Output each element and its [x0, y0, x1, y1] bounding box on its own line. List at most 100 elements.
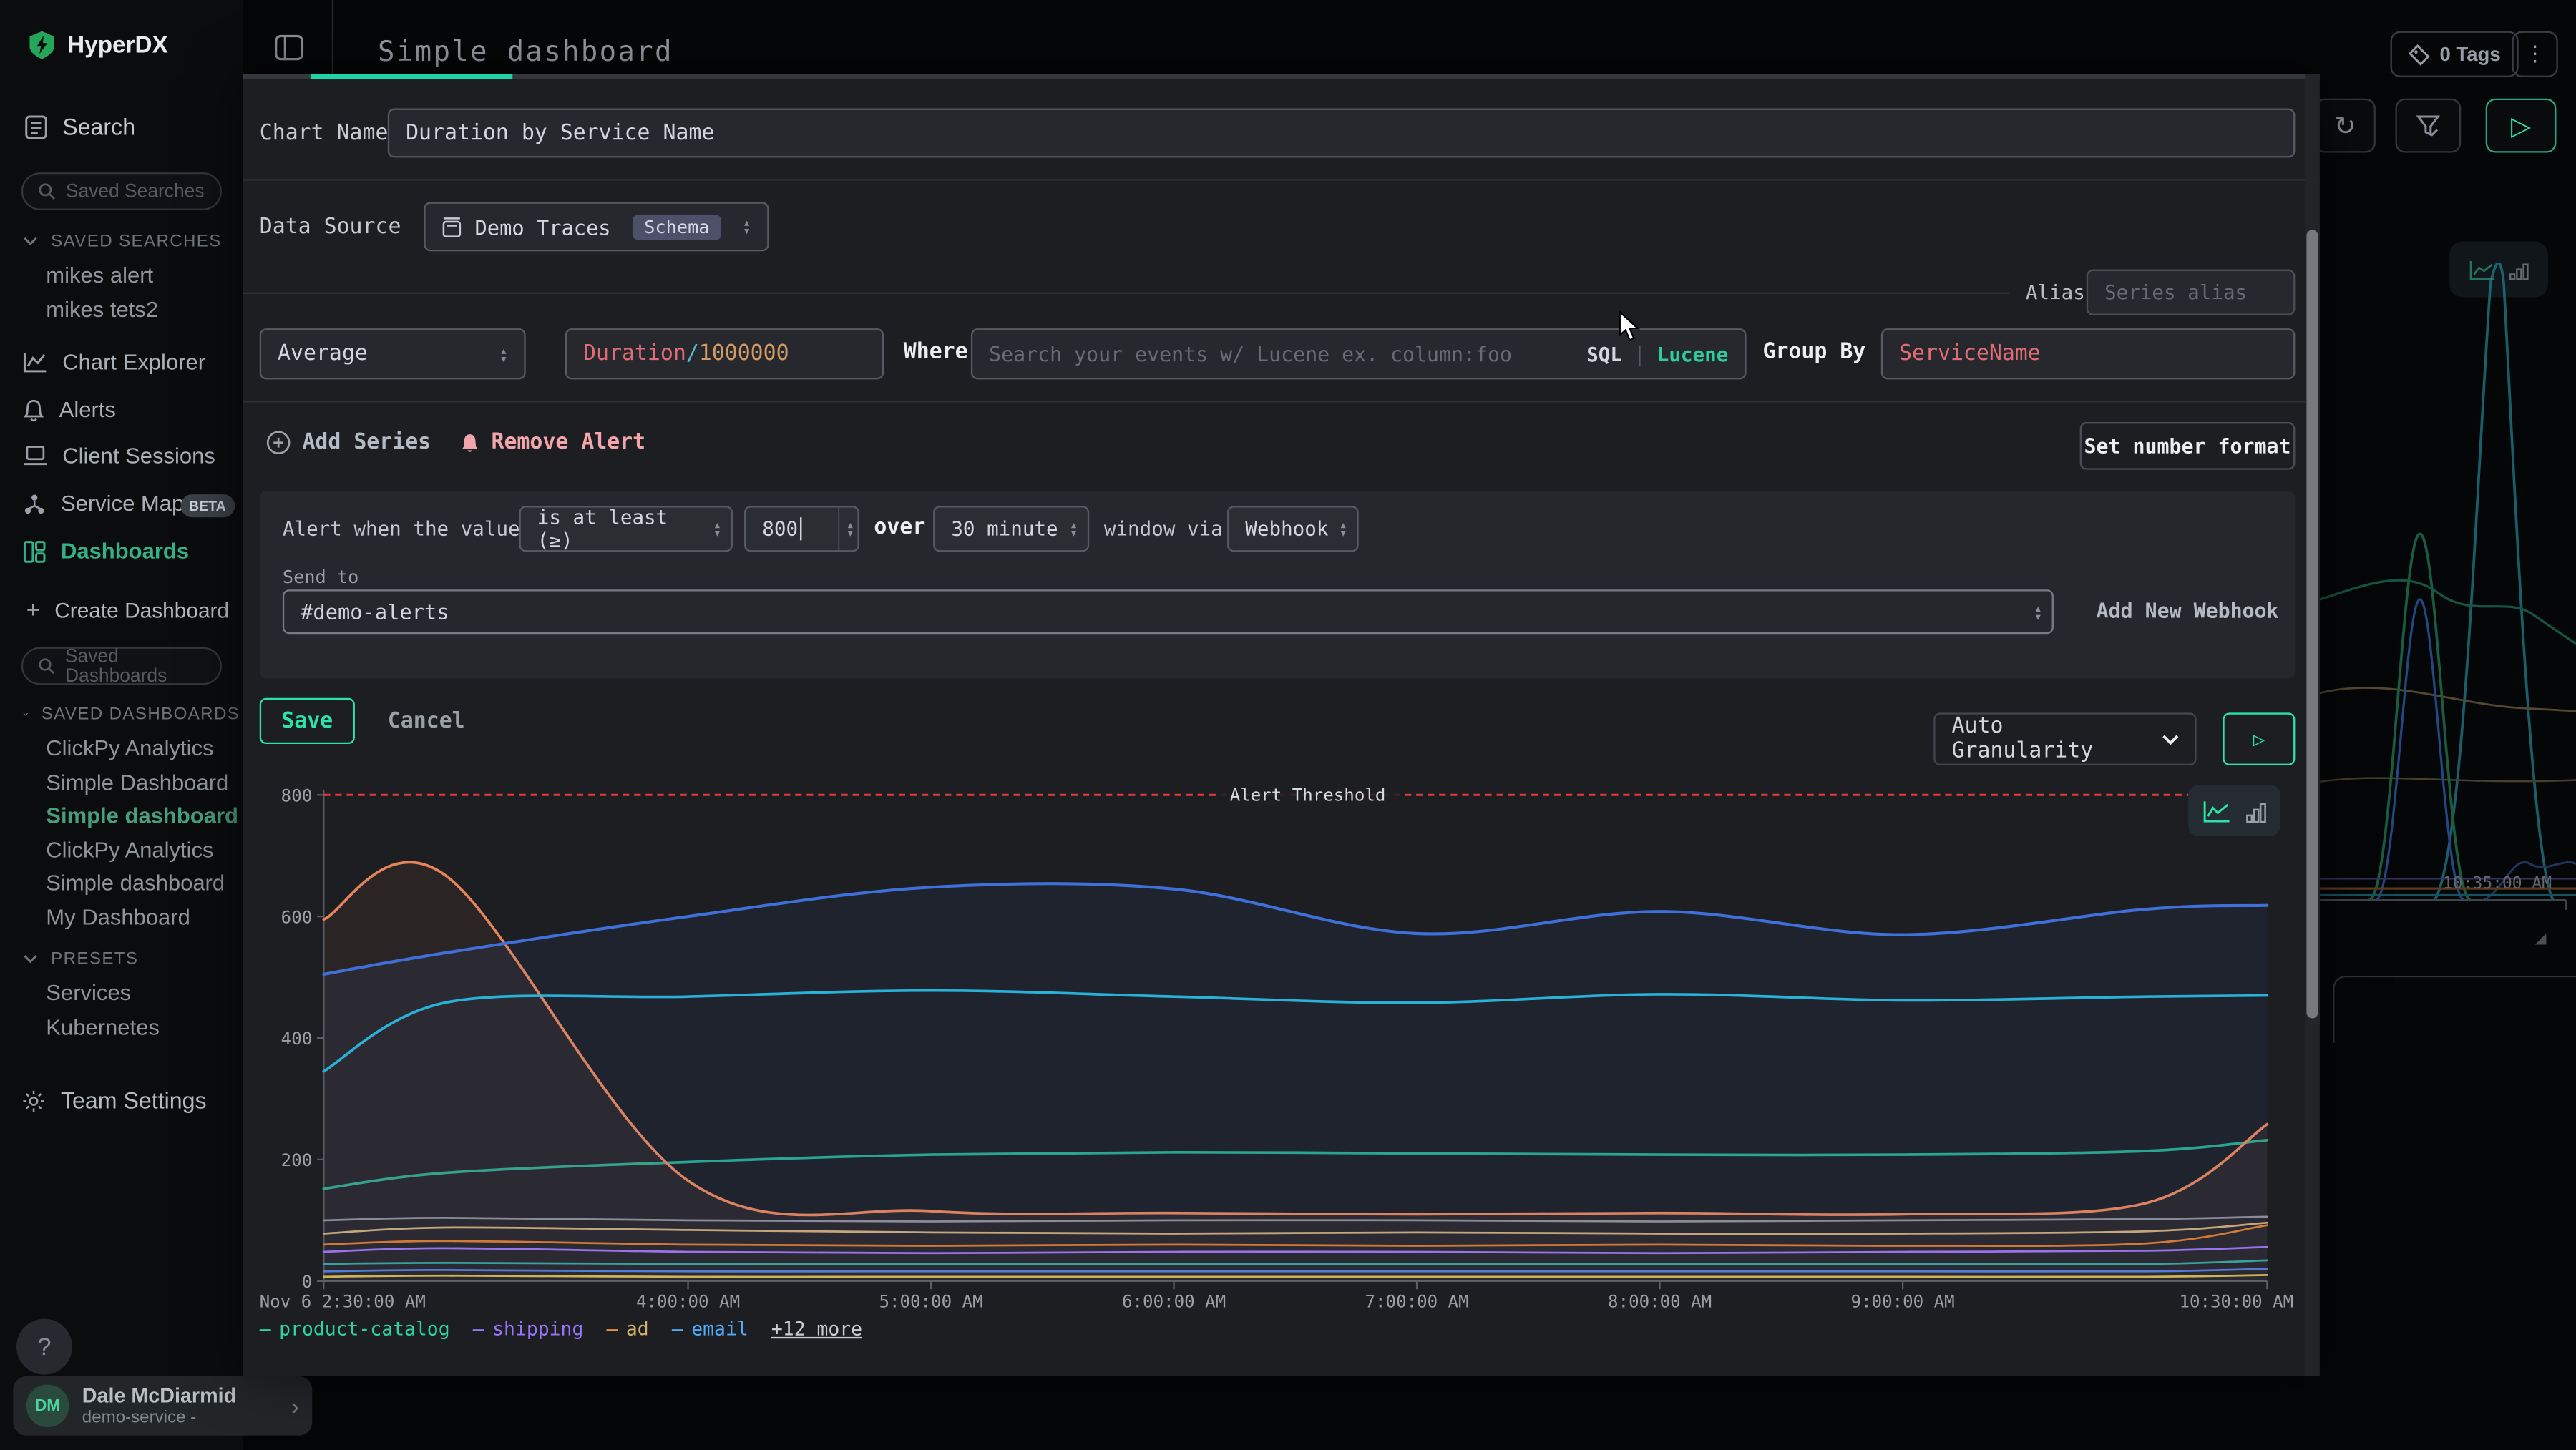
sidebar-search-label: Search: [62, 113, 135, 139]
dashboard-item[interactable]: ClickPy Analytics: [46, 736, 213, 760]
background-mini-chart: [2320, 263, 2576, 919]
alert-window-select[interactable]: 30 minute ▴▾: [933, 506, 1089, 552]
resize-handle-icon[interactable]: ◢: [2535, 929, 2547, 947]
page-title: Simple dashboard: [378, 36, 673, 69]
line-chart-icon[interactable]: [2202, 799, 2230, 822]
dashboard-item-active[interactable]: Simple dashboard: [46, 803, 238, 828]
dashboard-item[interactable]: My Dashboard: [46, 905, 190, 929]
more-menu-button[interactable]: ⋮: [2512, 31, 2557, 77]
user-menu[interactable]: DM Dale McDiarmid demo-service - ›: [13, 1376, 312, 1436]
svg-text:0: 0: [302, 1272, 313, 1292]
schema-badge: Schema: [633, 215, 721, 239]
brand[interactable]: HyperDX: [28, 31, 168, 59]
brand-name: HyperDX: [67, 32, 168, 59]
saved-search-item[interactable]: mikes alert: [46, 263, 153, 287]
saved-search-item[interactable]: mikes tets2: [46, 298, 158, 322]
saved-searches-placeholder: Saved Searches: [66, 182, 205, 202]
remove-alert-button[interactable]: Remove Alert: [460, 431, 645, 455]
filter-button[interactable]: [2395, 99, 2461, 153]
circle-plus-icon: [266, 431, 291, 455]
sidebar-toggle-button[interactable]: [265, 24, 313, 70]
alias-input[interactable]: Series alias: [2087, 270, 2296, 315]
nav-label: Alerts: [59, 398, 116, 422]
granularity-select[interactable]: Auto Granularity: [1933, 712, 2196, 765]
tags-label: 0 Tags: [2439, 43, 2500, 66]
preset-item[interactable]: Services: [46, 981, 131, 1005]
run-chart-button[interactable]: ▷: [2223, 712, 2295, 765]
legend-item[interactable]: —product-catalog: [260, 1317, 450, 1340]
svg-text:Alert Threshold: Alert Threshold: [1230, 785, 1386, 805]
set-number-format-button[interactable]: Set number format: [2080, 422, 2296, 470]
sidebar-item-service-map[interactable]: Service Map: [23, 491, 184, 515]
sidebar-item-dashboards[interactable]: Dashboards: [23, 539, 189, 563]
preset-item[interactable]: Kubernetes: [46, 1015, 160, 1039]
bar-chart-icon[interactable]: [2245, 799, 2266, 822]
number-token: 1000000: [699, 342, 789, 366]
sidebar-item-alerts[interactable]: Alerts: [23, 398, 116, 422]
chevron-up-down-icon: ▴▾: [713, 521, 721, 537]
add-new-webhook-button[interactable]: Add New Webhook: [2097, 599, 2279, 622]
scroll-progress-track: [243, 74, 2320, 79]
alert-threshold-input[interactable]: 800 ▴▾: [744, 506, 859, 552]
chart-type-toggle[interactable]: [2188, 785, 2280, 836]
divider: [243, 179, 2320, 180]
lucene-mode-toggle[interactable]: Lucene: [1657, 343, 1729, 366]
panel-toggle-icon: [273, 34, 303, 61]
saved-searches-header-label: SAVED SEARCHES: [51, 232, 222, 252]
create-dashboard-button[interactable]: + Create Dashboard: [26, 596, 229, 622]
dashboard-item[interactable]: Simple Dashboard: [46, 770, 228, 795]
field-expression-input[interactable]: Duration/1000000: [565, 328, 884, 379]
saved-searches-input[interactable]: Saved Searches: [21, 172, 222, 210]
save-label: Save: [281, 709, 333, 733]
save-button[interactable]: Save: [260, 698, 355, 744]
tags-button[interactable]: 0 Tags: [2391, 31, 2519, 77]
scrollbar-thumb[interactable]: [2306, 230, 2318, 1018]
webhook-select[interactable]: #demo-alerts ▴▾: [283, 589, 2054, 634]
dashboard-item[interactable]: ClickPy Analytics: [46, 838, 213, 862]
data-source-select[interactable]: Demo Traces Schema ▴▾: [424, 202, 769, 251]
legend-more[interactable]: +12 more: [771, 1317, 862, 1340]
refresh-button[interactable]: ↻: [2315, 99, 2376, 153]
dashboard-item[interactable]: Simple dashboard: [46, 871, 225, 895]
modal-scrollbar[interactable]: [2305, 74, 2320, 1376]
group-by-input[interactable]: ServiceName: [1881, 328, 2296, 379]
legend-swatch: —: [606, 1317, 618, 1340]
number-stepper[interactable]: ▴▾: [838, 507, 854, 550]
legend-item[interactable]: —ad: [606, 1317, 648, 1340]
alert-channel-select[interactable]: Webhook ▴▾: [1227, 506, 1359, 552]
legend-label: email: [691, 1317, 748, 1340]
aggregation-select[interactable]: Average ▴▾: [260, 328, 526, 379]
sql-mode-toggle[interactable]: SQL: [1586, 343, 1622, 366]
presets-header[interactable]: PRESETS: [23, 949, 240, 969]
sidebar-item-client-sessions[interactable]: Client Sessions: [23, 444, 215, 468]
saved-dashboards-header[interactable]: SAVED DASHBOARDS: [23, 705, 240, 725]
search-icon: [38, 657, 55, 675]
alert-condition-select[interactable]: is at least (≥) ▴▾: [519, 506, 733, 552]
svg-text:600: 600: [281, 907, 313, 927]
sidebar-item-chart-explorer[interactable]: Chart Explorer: [23, 350, 205, 374]
mode-separator: |: [1634, 343, 1646, 366]
help-button[interactable]: ?: [16, 1319, 72, 1375]
run-query-button[interactable]: ▷: [2486, 99, 2557, 153]
user-org: demo-service -: [82, 1406, 236, 1426]
chevron-down-icon: [23, 710, 28, 720]
saved-dashboards-input[interactable]: Saved Dashboards: [21, 647, 222, 685]
sidebar-item-team-settings[interactable]: Team Settings: [21, 1087, 207, 1114]
chevron-up-down-icon: ▴▾: [2034, 604, 2042, 620]
chart-name-input[interactable]: Duration by Service Name: [388, 109, 2296, 158]
chevron-down-icon: [23, 237, 38, 247]
add-series-button[interactable]: Add Series: [266, 431, 431, 455]
alert-config-card: Alert when the value is at least (≥) ▴▾ …: [260, 491, 2296, 678]
legend-item[interactable]: —shipping: [473, 1317, 584, 1340]
field-token: Duration: [583, 342, 686, 366]
chart-explorer-icon: [23, 351, 47, 373]
sidebar: HyperDX Search Saved Searches SAVED SEAR…: [0, 0, 243, 1450]
group-by-value: ServiceName: [1899, 342, 2041, 366]
cancel-button[interactable]: Cancel: [388, 698, 465, 744]
database-icon: [442, 216, 462, 237]
legend-item[interactable]: —email: [672, 1317, 748, 1340]
alert-over-label: over: [874, 516, 925, 540]
saved-searches-header[interactable]: SAVED SEARCHES: [23, 232, 240, 252]
sidebar-item-search[interactable]: Search: [24, 113, 135, 139]
chart-name-label: Chart Name: [260, 122, 389, 146]
